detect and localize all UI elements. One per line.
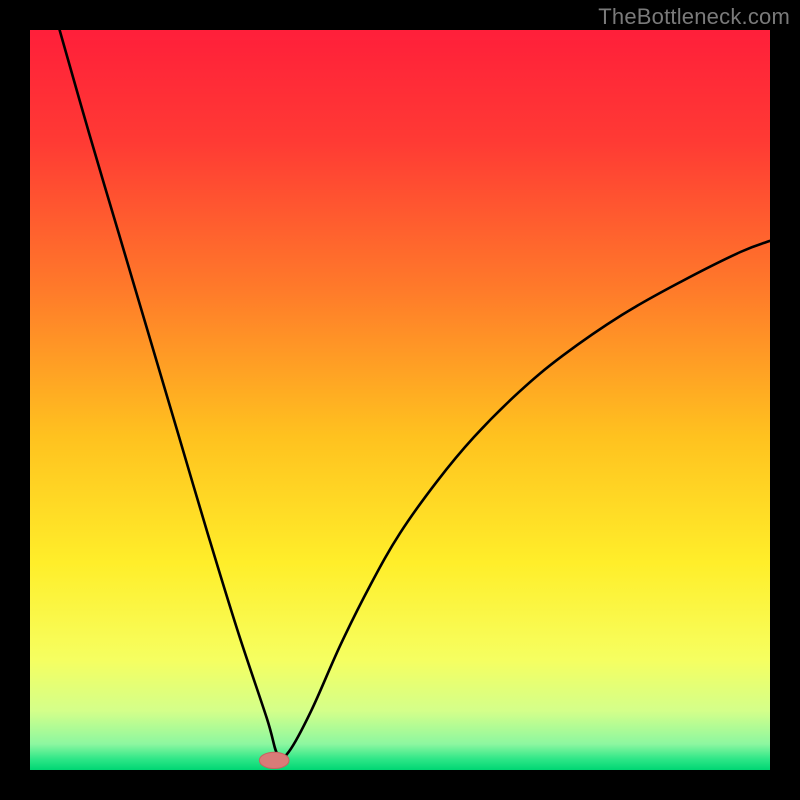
watermark-text: TheBottleneck.com: [598, 4, 790, 30]
gradient-background: [30, 30, 770, 770]
chart-frame: TheBottleneck.com: [0, 0, 800, 800]
min-marker: [259, 752, 289, 768]
plot-area: [30, 30, 770, 770]
chart-svg: [30, 30, 770, 770]
